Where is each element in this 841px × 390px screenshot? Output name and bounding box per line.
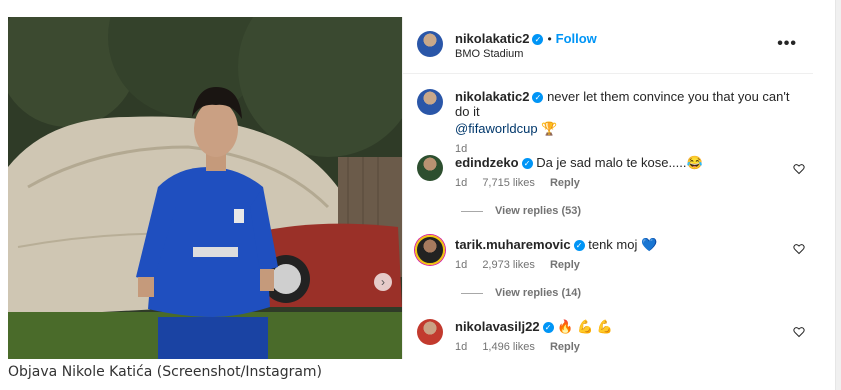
post-photo: › [8,17,402,359]
photo-illustration [8,17,402,359]
comment-username[interactable]: edindzeko [455,155,519,170]
reply-button[interactable]: Reply [550,177,580,189]
blue-heart-emoji: 💙 [641,237,658,252]
replies-divider [461,210,483,212]
author-info: nikolakatic2 ✓ • Follow BMO Stadium [455,30,597,60]
caption-author-avatar[interactable] [417,89,443,115]
caption-age: 1d [455,143,468,155]
post-caption: nikolakatic2 ✓ never let them convince yo… [455,89,795,155]
reply-button[interactable]: Reply [550,341,580,353]
view-replies-button[interactable]: View replies (14) [461,287,581,299]
commenter-avatar[interactable] [417,155,443,181]
commenter-avatar[interactable] [417,319,443,345]
comment-likes[interactable]: 7,715 likes [482,177,535,189]
post-header: nikolakatic2 ✓ • Follow BMO Stadium ••• [403,17,813,74]
page-scrollbar[interactable] [835,0,841,390]
verified-badge-icon: ✓ [532,34,544,45]
replies-divider [461,292,483,294]
comment-item: nikolavasilj22 ✓ 🔥 💪 💪 1d 1,496 likes Rep… [455,319,785,353]
author-avatar[interactable] [417,31,443,57]
view-replies-label: View replies (14) [495,287,582,299]
carousel-next-button[interactable]: › [374,273,392,291]
like-heart-icon[interactable] [793,243,805,255]
comment-item: tarik.muharemovic ✓ tenk moj 💙 1d 2,973 l… [455,237,785,271]
trophy-emoji: 🏆 [541,121,558,136]
comment-likes[interactable]: 2,973 likes [482,259,535,271]
comment-username[interactable]: tarik.muharemovic [455,237,571,252]
comment-item: edindzeko ✓ Da je sad malo te kose.....😂 … [455,155,785,189]
comment-text: Da je sad malo te kose..... [536,155,687,170]
comment-age: 1d [455,177,468,189]
author-username[interactable]: nikolakatic2 [455,31,529,46]
location-link[interactable]: BMO Stadium [455,48,597,60]
caption-mention[interactable]: @fifaworldcup [455,121,538,136]
comment-age: 1d [455,259,468,271]
like-heart-icon[interactable] [793,326,805,338]
separator-dot: • [547,32,552,46]
post-sidebar: nikolakatic2 ✓ • Follow BMO Stadium ••• nik… [402,17,813,359]
like-heart-icon[interactable] [793,163,805,175]
caption-username[interactable]: nikolakatic2 [455,89,529,104]
comment-age: 1d [455,341,468,353]
more-options-icon[interactable]: ••• [777,35,797,53]
view-replies-label: View replies (53) [495,205,582,217]
verified-badge-icon: ✓ [542,322,554,333]
reply-button[interactable]: Reply [550,259,580,271]
follow-button[interactable]: Follow [556,31,597,46]
image-caption: Objava Nikole Katića (Screenshot/Instagr… [8,364,323,380]
article-embed: › Objava Nikole Katića (Screenshot/Insta… [0,0,836,390]
view-replies-button[interactable]: View replies (53) [461,205,581,217]
fire-muscle-emoji: 🔥 💪 💪 [557,319,613,334]
commenter-avatar-story[interactable] [415,235,445,265]
laugh-emoji: 😂 [686,155,703,170]
comment-likes[interactable]: 1,496 likes [482,341,535,353]
verified-badge-icon: ✓ [521,158,533,169]
verified-badge-icon: ✓ [573,240,585,251]
comment-text: tenk moj [588,237,638,252]
verified-badge-icon: ✓ [532,92,544,103]
comment-username[interactable]: nikolavasilj22 [455,319,540,334]
